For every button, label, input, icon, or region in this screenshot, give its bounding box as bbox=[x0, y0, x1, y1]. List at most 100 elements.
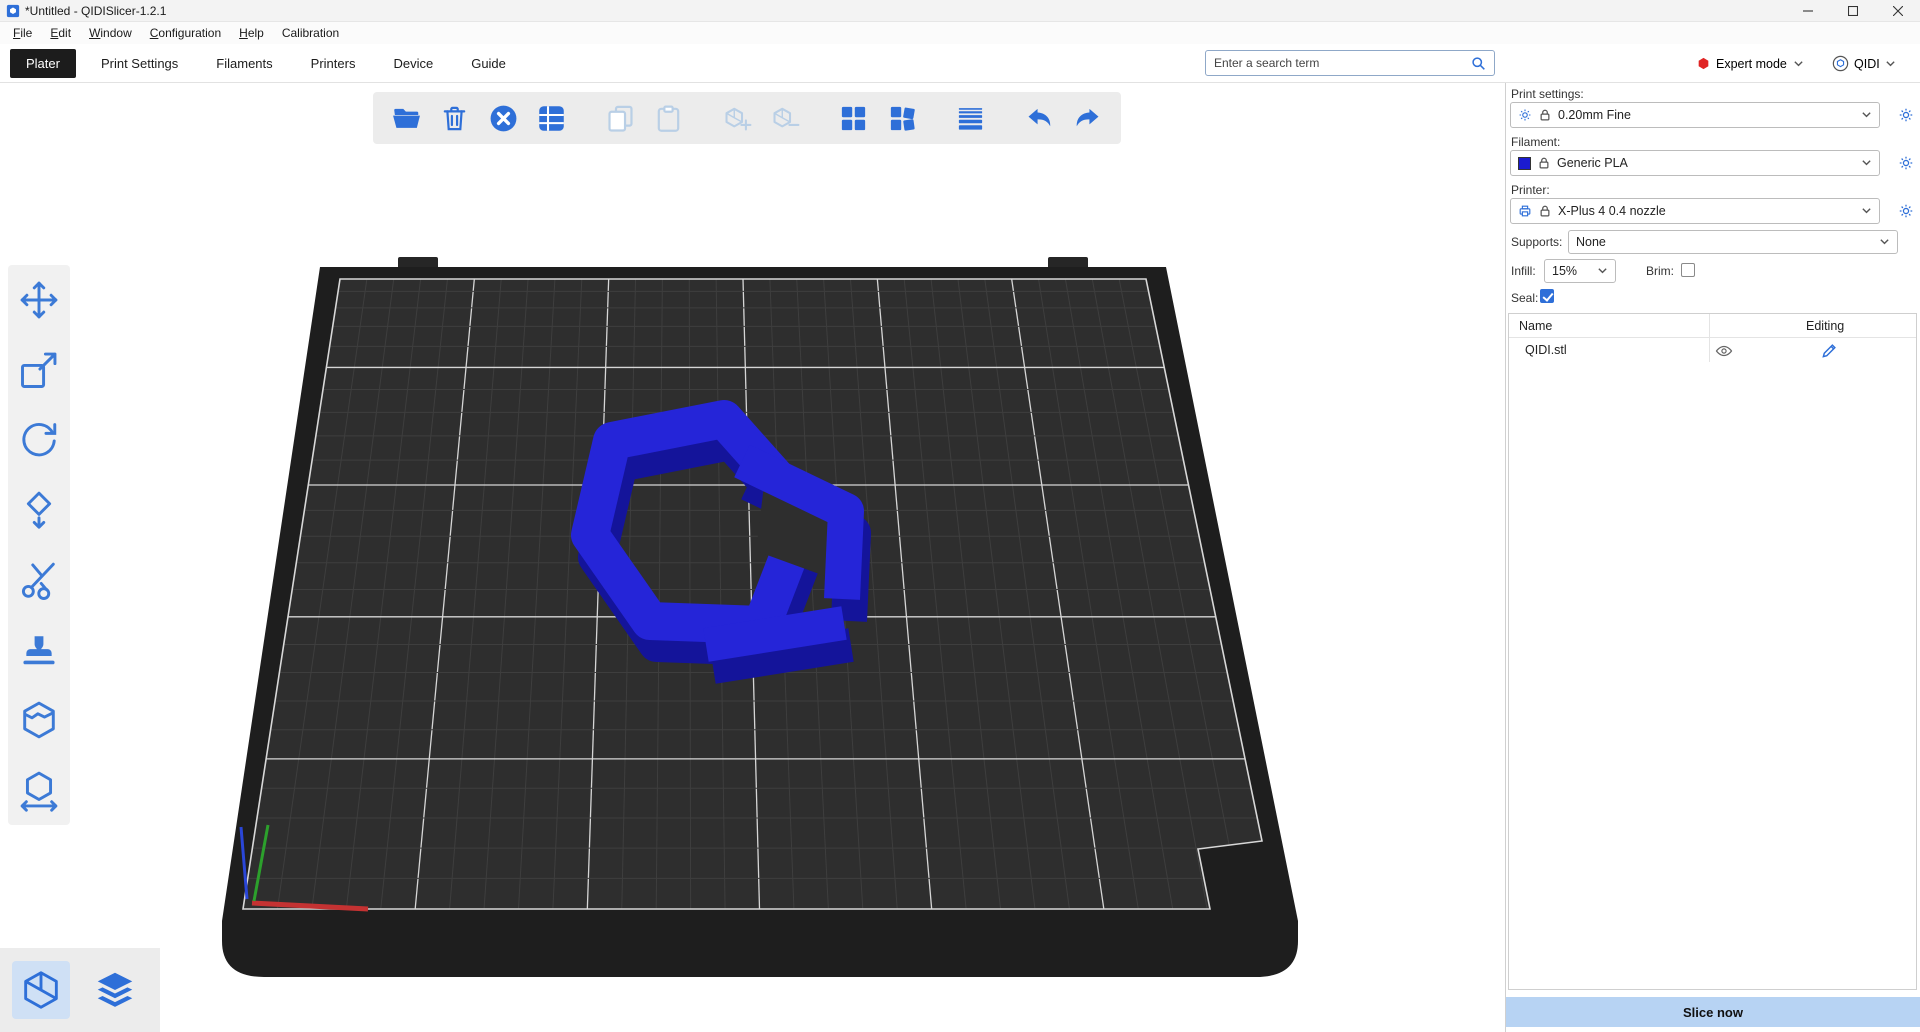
search-input[interactable] bbox=[1214, 56, 1471, 70]
tab-guide[interactable]: Guide bbox=[458, 49, 519, 78]
print-settings-select[interactable]: 0.20mm Fine bbox=[1510, 102, 1880, 128]
tab-printers[interactable]: Printers bbox=[298, 49, 369, 78]
menu-window[interactable]: Window bbox=[80, 22, 141, 44]
seam-icon bbox=[17, 698, 61, 742]
chevron-down-icon bbox=[1861, 207, 1872, 215]
open-folder-icon bbox=[391, 103, 422, 134]
supports-label: Supports: bbox=[1511, 235, 1562, 249]
filament-gear-button[interactable] bbox=[1897, 154, 1915, 172]
measure-button[interactable] bbox=[12, 763, 66, 817]
menu-help[interactable]: Help bbox=[230, 22, 273, 44]
maximize-button[interactable] bbox=[1830, 0, 1875, 21]
arrange-icon bbox=[536, 103, 567, 134]
chevron-down-icon bbox=[1879, 238, 1890, 246]
app-icon bbox=[6, 4, 20, 18]
lock-icon bbox=[1538, 204, 1552, 218]
menu-edit[interactable]: Edit bbox=[41, 22, 80, 44]
close-icon bbox=[1893, 6, 1903, 16]
object-row[interactable]: QIDI.stl bbox=[1509, 338, 1916, 362]
brim-checkbox[interactable] bbox=[1681, 263, 1695, 277]
settings-sidebar: Print settings: 0.20mm Fine Filament: Ge… bbox=[1505, 83, 1920, 1032]
place-on-face-button[interactable] bbox=[12, 483, 66, 537]
minimize-icon bbox=[1803, 6, 1813, 16]
place-on-face-icon bbox=[17, 488, 61, 532]
column-editing: Editing bbox=[1806, 319, 1844, 333]
scale-button[interactable] bbox=[12, 343, 66, 397]
edit-object-button[interactable] bbox=[1820, 342, 1838, 358]
supports-select[interactable]: None bbox=[1568, 230, 1898, 254]
menu-file[interactable]: File bbox=[4, 22, 41, 44]
tab-print-settings[interactable]: Print Settings bbox=[88, 49, 191, 78]
minimize-button[interactable] bbox=[1785, 0, 1830, 21]
qidi-account-icon bbox=[1832, 55, 1849, 72]
paint-supports-button[interactable] bbox=[12, 623, 66, 677]
expert-mode-icon bbox=[1697, 57, 1710, 70]
title-bar[interactable]: *Untitled - QIDISlicer-1.2.1 bbox=[0, 0, 1920, 22]
tab-bar: Plater Print Settings Filaments Printers… bbox=[0, 44, 1920, 83]
paste-button[interactable] bbox=[649, 97, 687, 139]
move-icon bbox=[17, 278, 61, 322]
window-title: *Untitled - QIDISlicer-1.2.1 bbox=[25, 4, 166, 18]
printer-select[interactable]: X-Plus 4 0.4 nozzle bbox=[1510, 198, 1880, 224]
search-box[interactable] bbox=[1205, 50, 1495, 76]
account-menu[interactable]: QIDI bbox=[1832, 44, 1896, 83]
left-toolbar bbox=[8, 265, 70, 825]
delete-button[interactable] bbox=[435, 97, 473, 139]
undo-button[interactable] bbox=[1020, 97, 1058, 139]
remove-instance-button[interactable] bbox=[766, 97, 804, 139]
remove-instance-icon bbox=[770, 103, 801, 134]
seam-button[interactable] bbox=[12, 693, 66, 747]
editing-icon bbox=[1820, 342, 1838, 360]
delete-all-button[interactable] bbox=[484, 97, 522, 139]
viewport-3d[interactable] bbox=[0, 83, 1505, 1032]
variable-layer-height-button[interactable] bbox=[952, 97, 990, 139]
tab-filaments[interactable]: Filaments bbox=[203, 49, 285, 78]
scale-icon bbox=[17, 348, 61, 392]
split-to-objects-button[interactable] bbox=[835, 97, 873, 139]
cut-button[interactable] bbox=[12, 553, 66, 607]
open-folder-button[interactable] bbox=[387, 97, 425, 139]
seal-label: Seal: bbox=[1511, 291, 1538, 305]
move-button[interactable] bbox=[12, 273, 66, 327]
expert-mode-label: Expert mode bbox=[1716, 57, 1787, 71]
printer-gear-button[interactable] bbox=[1897, 202, 1915, 220]
arrange-button[interactable] bbox=[532, 97, 570, 139]
gear-icon bbox=[1518, 108, 1532, 122]
top-toolbar bbox=[373, 92, 1121, 144]
lock-icon bbox=[1538, 108, 1552, 122]
tab-device[interactable]: Device bbox=[380, 49, 446, 78]
measure-icon bbox=[17, 768, 61, 812]
build-plate-scene[interactable] bbox=[0, 83, 1505, 1032]
printer-label: Printer: bbox=[1511, 183, 1550, 197]
infill-select[interactable]: 15% bbox=[1544, 259, 1616, 283]
cut-icon bbox=[17, 558, 61, 602]
add-instance-button[interactable] bbox=[718, 97, 756, 139]
rotate-button[interactable] bbox=[12, 413, 66, 467]
print-settings-gear-button[interactable] bbox=[1897, 106, 1915, 124]
preview-layers-button[interactable] bbox=[86, 961, 144, 1019]
visibility-toggle[interactable] bbox=[1715, 342, 1733, 358]
redo-button[interactable] bbox=[1069, 97, 1107, 139]
expert-mode-selector[interactable]: Expert mode bbox=[1697, 44, 1804, 83]
tab-plater[interactable]: Plater bbox=[10, 49, 76, 78]
slice-now-button[interactable]: Slice now bbox=[1506, 997, 1920, 1027]
editor-3d-icon bbox=[18, 967, 64, 1013]
menu-configuration[interactable]: Configuration bbox=[141, 22, 230, 44]
undo-icon bbox=[1024, 103, 1055, 134]
close-button[interactable] bbox=[1875, 0, 1920, 21]
print-settings-value: 0.20mm Fine bbox=[1558, 108, 1631, 122]
copy-button[interactable] bbox=[601, 97, 639, 139]
chevron-down-icon bbox=[1597, 267, 1608, 275]
split-to-parts-button[interactable] bbox=[883, 97, 921, 139]
editor-3d-view-button[interactable] bbox=[12, 961, 70, 1019]
chevron-down-icon bbox=[1861, 159, 1872, 167]
variable-layer-height-icon bbox=[955, 103, 986, 134]
menu-calibration[interactable]: Calibration bbox=[273, 22, 348, 44]
filament-select[interactable]: Generic PLA bbox=[1510, 150, 1880, 176]
printer-value: X-Plus 4 0.4 nozzle bbox=[1558, 204, 1666, 218]
printer-icon bbox=[1518, 204, 1532, 218]
gear-icon bbox=[1898, 155, 1914, 171]
object-list: Name Editing QIDI.stl bbox=[1508, 313, 1917, 990]
seal-checkbox[interactable] bbox=[1540, 289, 1554, 303]
chevron-down-icon bbox=[1861, 111, 1872, 119]
